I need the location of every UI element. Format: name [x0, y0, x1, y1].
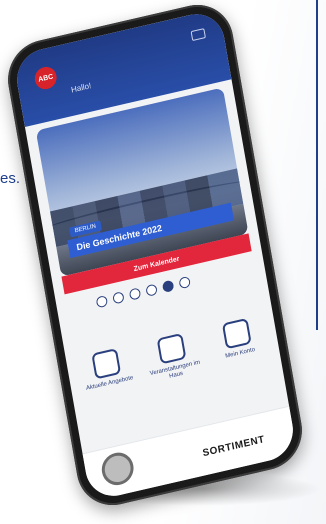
quick-link-tile[interactable]: Veranstaltungen im Haus	[143, 330, 206, 401]
sortiment-label[interactable]: SORTIMENT	[202, 434, 266, 459]
quick-links: Aktuelle Angebote Veranstaltungen im Hau…	[78, 315, 272, 416]
carousel-dot-5[interactable]	[161, 279, 175, 294]
gift-icon	[156, 332, 187, 365]
app-logo[interactable]: ABC	[33, 64, 59, 92]
home-button[interactable]	[99, 449, 137, 489]
calendar-icon	[91, 348, 122, 380]
carousel-dot-3[interactable]	[128, 287, 142, 301]
carousel-dot-4[interactable]	[145, 283, 158, 297]
left-text-fragment: es.	[0, 170, 21, 187]
quick-link-label: Mein Konto	[224, 346, 256, 360]
cart-icon	[221, 317, 252, 350]
quick-link-label: Veranstaltungen im Haus	[149, 359, 201, 381]
carousel-dot-2[interactable]	[112, 291, 125, 305]
battery-icon	[190, 28, 206, 42]
quick-link-label: Aktuelle Angebote	[85, 375, 134, 392]
accent-rule	[316, 0, 318, 330]
quick-link-tile[interactable]: Aktuelle Angebote	[78, 345, 141, 416]
quick-link-tile[interactable]: Mein Konto	[208, 315, 271, 386]
header-title: Hallo!	[70, 81, 92, 95]
carousel-dot-1[interactable]	[95, 294, 109, 309]
carousel-dot-6[interactable]	[178, 275, 192, 290]
